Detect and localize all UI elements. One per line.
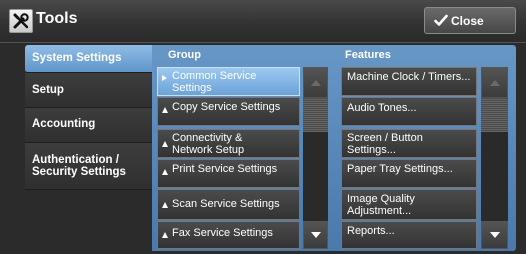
scroll-thumb[interactable] <box>481 98 508 132</box>
triangle-up-icon <box>162 232 168 238</box>
group-item-label: Fax Service Settings <box>172 227 273 239</box>
group-item-label: Copy Service Settings <box>172 101 281 113</box>
triangle-up-icon <box>162 107 168 113</box>
feature-item-image-quality-adjustment[interactable]: Image Quality Adjustment... <box>341 189 477 220</box>
feature-item-reports[interactable]: Reports... <box>341 221 477 249</box>
group-item-label: Print Service Settings <box>172 163 278 175</box>
group-item-scan-service-settings[interactable]: Scan Service Settings <box>157 189 300 220</box>
arrow-down-icon <box>310 232 321 238</box>
checkmark-icon <box>434 14 448 26</box>
triangle-up-icon <box>162 169 168 175</box>
feature-item-label: Audio Tones... <box>347 102 417 114</box>
feature-item-label: Settings... <box>347 144 396 156</box>
scroll-up-button[interactable] <box>481 67 508 98</box>
scroll-down-button[interactable] <box>481 221 508 249</box>
sidebar-item-accounting[interactable]: Accounting <box>25 108 152 143</box>
features-header: Features <box>345 49 391 61</box>
feature-item-screen-button-settings[interactable]: Screen / Button Settings... <box>341 129 477 158</box>
group-item-print-service-settings[interactable]: Print Service Settings <box>157 159 300 188</box>
group-item-label: Settings <box>172 82 212 94</box>
feature-item-label: Adjustment... <box>347 205 412 217</box>
sidebar-item-label: Authentication / <box>32 154 119 166</box>
triangle-up-icon <box>162 202 168 208</box>
sidebar-item-system-settings[interactable]: System Settings <box>25 45 152 73</box>
group-item-fax-service-settings[interactable]: Fax Service Settings <box>157 221 300 249</box>
group-item-copy-service-settings[interactable]: Copy Service Settings <box>157 97 300 126</box>
arrow-up-icon <box>310 79 321 86</box>
triangle-right-icon <box>162 75 167 81</box>
sidebar-item-label: System Settings <box>32 52 122 64</box>
features-scrollbar[interactable] <box>481 67 508 249</box>
feature-item-label: Paper Tray Settings... <box>347 163 453 175</box>
sidebar-item-setup[interactable]: Setup <box>25 73 152 108</box>
group-item-label: Network Setup <box>172 144 245 156</box>
sidebar-item-authentication-security[interactable]: Authentication / Security Settings <box>25 143 152 190</box>
feature-item-label: Image Quality <box>347 193 415 205</box>
title-bar: Tools Close <box>0 0 526 43</box>
page-title: Tools <box>36 10 78 27</box>
arrow-up-icon <box>489 79 500 86</box>
group-item-label: Scan Service Settings <box>172 198 280 210</box>
sidebar-item-label: Setup <box>32 84 64 96</box>
feature-item-paper-tray-settings[interactable]: Paper Tray Settings... <box>341 159 477 188</box>
group-scrollbar[interactable] <box>303 67 328 249</box>
group-item-label: Common Service <box>172 70 257 82</box>
close-button[interactable]: Close <box>424 7 516 34</box>
scroll-thumb[interactable] <box>303 98 328 132</box>
group-item-common-service-settings[interactable]: Common Service Settings <box>157 67 300 96</box>
scroll-down-button[interactable] <box>303 221 328 249</box>
sidebar-item-label: Security Settings <box>32 166 126 178</box>
group-item-connectivity-network-setup[interactable]: Connectivity & Network Setup <box>157 129 300 158</box>
feature-item-label: Screen / Button <box>347 132 423 144</box>
scroll-up-button[interactable] <box>303 67 328 98</box>
group-item-label: Connectivity & <box>172 132 243 144</box>
content-panel: Group Features Common Service Settings C… <box>152 45 516 251</box>
feature-item-label: Machine Clock / Timers... <box>347 71 471 83</box>
tools-icon <box>9 9 33 33</box>
group-header: Group <box>168 49 201 61</box>
feature-item-label: Reports... <box>347 225 395 237</box>
close-label: Close <box>451 14 484 28</box>
sidebar-item-label: Accounting <box>32 118 96 130</box>
arrow-down-icon <box>489 232 500 238</box>
feature-item-audio-tones[interactable]: Audio Tones... <box>341 97 477 126</box>
triangle-up-icon <box>162 141 168 147</box>
feature-item-machine-clock-timers[interactable]: Machine Clock / Timers... <box>341 67 477 96</box>
